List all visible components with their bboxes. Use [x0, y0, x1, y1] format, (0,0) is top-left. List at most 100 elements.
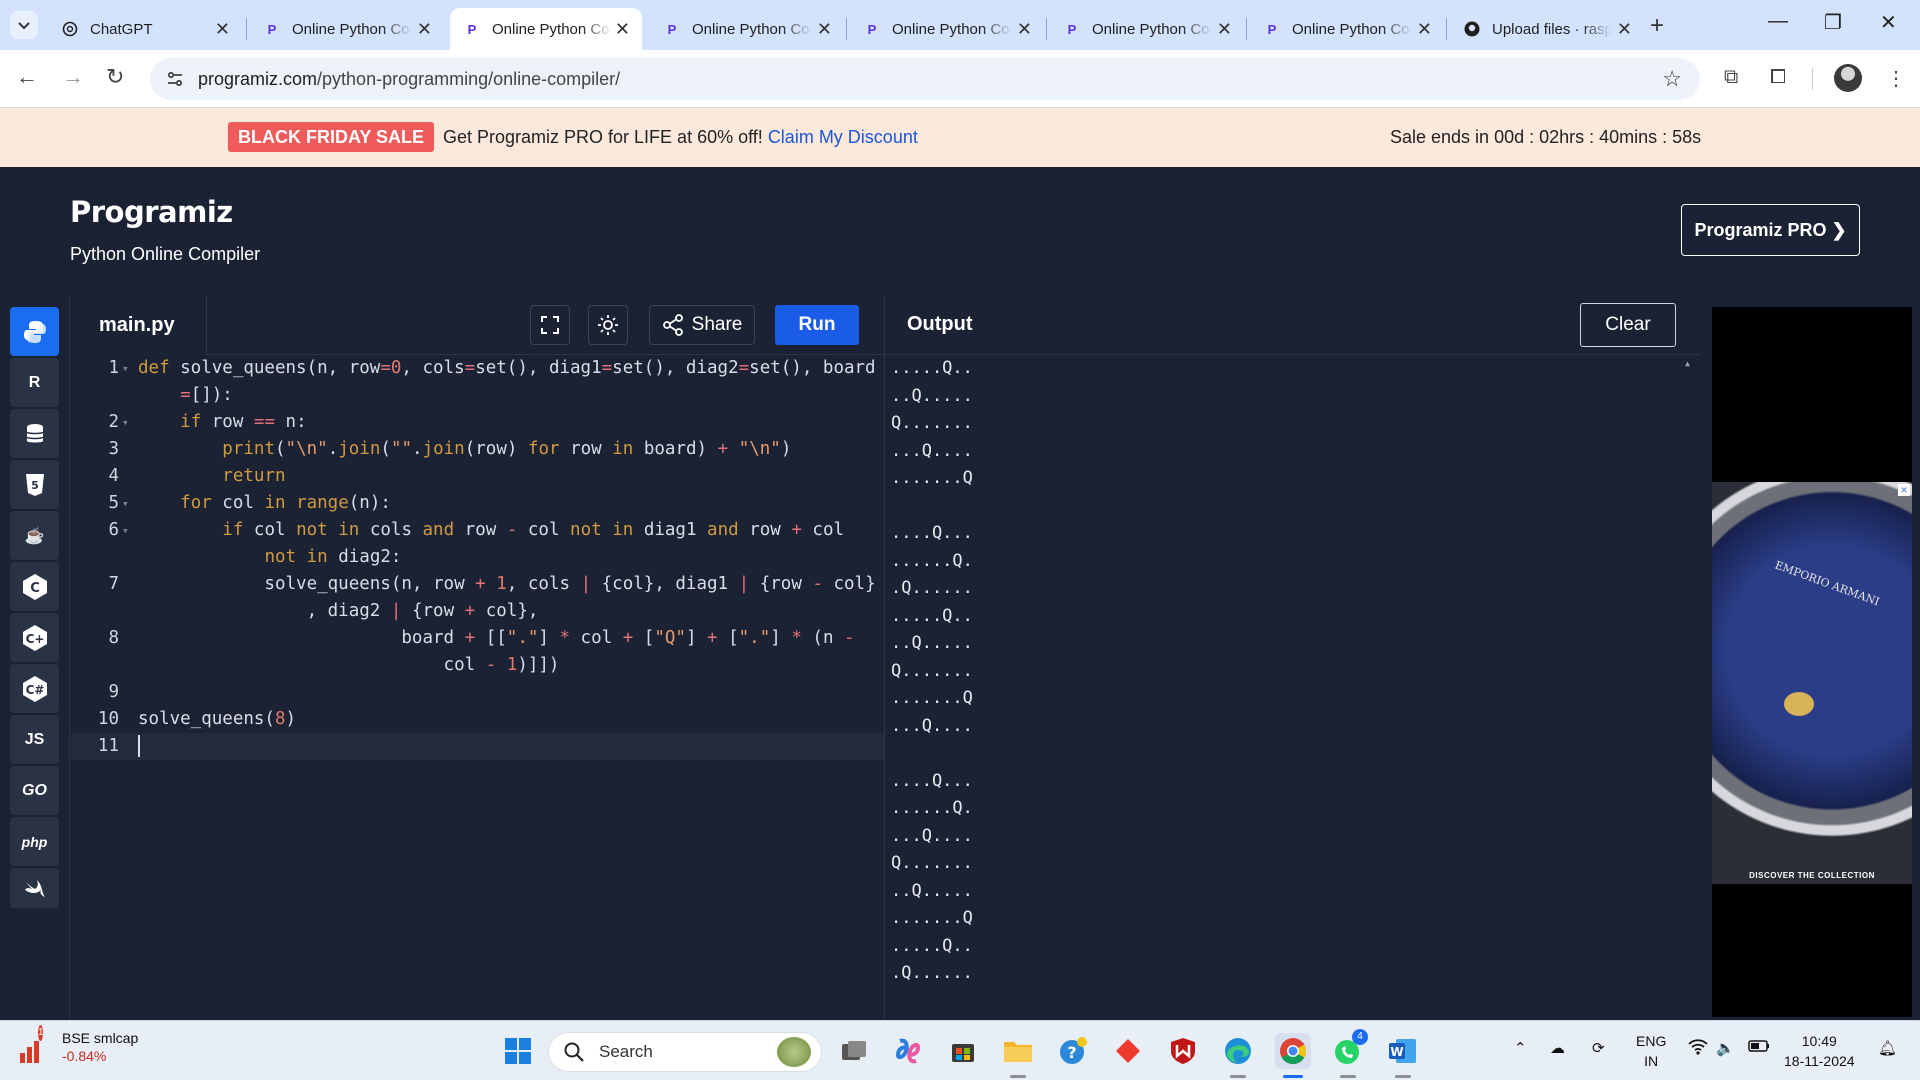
microsoft-store-icon[interactable] [945, 1033, 981, 1069]
lang-bottom: IN [1644, 1053, 1659, 1069]
word-icon[interactable]: W [1385, 1033, 1421, 1069]
file-tab-main[interactable]: main.py [71, 295, 207, 355]
close-tab-icon[interactable]: ✕ [215, 20, 230, 38]
tab-online-python-4[interactable]: P Online Python Compiler ✕ [850, 8, 1044, 50]
tab-online-python-1[interactable]: P Online Python Compiler ✕ [250, 8, 444, 50]
ad-cta[interactable]: DISCOVER THE COLLECTION [1712, 871, 1912, 880]
tab-online-python-5[interactable]: P Online Python Compiler ✕ [1050, 8, 1244, 50]
minimize-icon[interactable]: — [1768, 10, 1788, 33]
stock-chart-icon: 1 [20, 1025, 52, 1063]
lang-csharp-icon[interactable]: C# [10, 664, 59, 713]
code-line: , diag2 | {row + col}, [71, 598, 884, 625]
tab-github-upload[interactable]: Upload files · raspberry ✕ [1450, 8, 1644, 50]
fold-icon[interactable]: ▾ [122, 355, 129, 382]
lang-sql-icon[interactable] [10, 409, 59, 458]
close-tab-icon[interactable]: ✕ [615, 20, 630, 38]
url-path: /python-programming/online-compiler/ [317, 68, 621, 89]
profile-avatar[interactable] [1834, 64, 1862, 92]
lang-javascript-icon[interactable]: JS [10, 715, 59, 764]
clear-button[interactable]: Clear [1580, 303, 1676, 347]
taskbar-search[interactable]: Search [548, 1032, 822, 1072]
get-help-icon[interactable]: ? [1055, 1033, 1091, 1069]
lang-python-icon[interactable] [10, 307, 59, 356]
theme-toggle-button[interactable] [588, 305, 628, 345]
battery-icon[interactable] [1748, 1039, 1770, 1056]
show-hidden-icons-icon[interactable]: ⌃ [1514, 1039, 1527, 1057]
close-tab-icon[interactable]: ✕ [1417, 20, 1432, 38]
close-tab-icon[interactable]: ✕ [1617, 20, 1632, 38]
programiz-logo[interactable]: Programiz [70, 195, 233, 229]
lang-java-icon[interactable]: ☕ [10, 511, 59, 560]
output-line: ......Q. [891, 798, 973, 818]
input-language[interactable]: ENG IN [1636, 1031, 1666, 1071]
volume-icon[interactable]: 🔈 [1716, 1039, 1735, 1057]
close-tab-icon[interactable]: ✕ [1017, 20, 1032, 38]
edge-icon[interactable] [1220, 1033, 1256, 1069]
close-window-icon[interactable]: ✕ [1880, 10, 1897, 35]
promo-banner: BLACK FRIDAY SALE Get Programiz PRO for … [0, 108, 1920, 167]
svg-text:?: ? [1067, 1043, 1076, 1062]
windows-start-icon[interactable] [500, 1033, 536, 1069]
whatsapp-icon[interactable]: 4 [1330, 1029, 1368, 1069]
lang-swift-icon[interactable] [10, 868, 59, 908]
tab-title: Online Python Compiler [292, 20, 412, 38]
tab-chatgpt[interactable]: ChatGPT ✕ [48, 8, 242, 50]
wifi-icon[interactable] [1688, 1039, 1708, 1059]
reload-icon[interactable]: ↻ [106, 64, 124, 90]
task-view-icon[interactable] [836, 1033, 872, 1069]
bookmark-star-icon[interactable]: ☆ [1662, 66, 1682, 92]
ad-choices-icon[interactable]: ✕ [1898, 484, 1910, 496]
onedrive-offline-icon[interactable]: ☁ [1550, 1039, 1565, 1057]
code-line: 10 solve_queens(8) [71, 706, 884, 733]
advertisement[interactable]: ✕ EMPORIO ARMANI DISCOVER THE COLLECTION [1712, 307, 1912, 1017]
tab-online-python-3[interactable]: P Online Python Compiler ✕ [650, 8, 844, 50]
ad-watch-image[interactable]: ✕ EMPORIO ARMANI DISCOVER THE COLLECTION [1712, 482, 1912, 884]
tab-search-button[interactable] [10, 11, 38, 39]
code-text: col - 1)]]) [138, 655, 560, 675]
fold-icon[interactable]: ▾ [122, 517, 129, 544]
chatgpt-icon [62, 21, 78, 37]
stock-widget[interactable]: 1 BSE smlcap -0.84% [20, 1025, 138, 1065]
menu-kebab-icon[interactable]: ⋮ [1886, 66, 1906, 91]
share-button[interactable]: Share [649, 305, 755, 345]
fullscreen-button[interactable] [530, 305, 570, 345]
chrome-icon[interactable] [1275, 1033, 1311, 1069]
sync-icon[interactable]: ⟳ [1592, 1039, 1605, 1057]
run-button[interactable]: Run [775, 305, 859, 345]
forward-icon[interactable]: → [62, 64, 84, 90]
tab-online-python-6[interactable]: P Online Python Compiler ✕ [1250, 8, 1444, 50]
notification-bell-icon[interactable]: 🔔︎ [1878, 1039, 1897, 1057]
tab-online-python-active[interactable]: P Online Python Compiler ✕ [450, 8, 642, 50]
lang-c-icon[interactable]: C [10, 562, 59, 611]
close-tab-icon[interactable]: ✕ [817, 20, 832, 38]
back-icon[interactable]: ← [16, 64, 38, 90]
close-tab-icon[interactable]: ✕ [1217, 20, 1232, 38]
windows-taskbar: 1 BSE smlcap -0.84% Search ? 4 W ⌃ ☁ ⟳ E… [0, 1020, 1920, 1080]
code-text: solve_queens(8) [138, 709, 297, 729]
programiz-pro-button[interactable]: Programiz PRO ❯ [1681, 204, 1860, 256]
site-info-icon[interactable] [160, 64, 190, 94]
code-line: =[]): [71, 382, 884, 409]
lang-r-icon[interactable]: R [10, 358, 59, 407]
restore-icon[interactable]: ❐ [1824, 10, 1842, 35]
anydesk-icon[interactable] [1110, 1033, 1146, 1069]
mcafee-icon[interactable] [1165, 1033, 1201, 1069]
tab-groups-icon[interactable]: ⧉ [1724, 66, 1738, 89]
fold-icon[interactable]: ▾ [122, 490, 129, 517]
copilot-icon[interactable] [890, 1033, 926, 1069]
lang-html-icon[interactable]: 5 [10, 460, 59, 509]
file-explorer-icon[interactable] [1000, 1033, 1036, 1069]
scroll-up-icon[interactable]: ▲ [1685, 359, 1690, 368]
code-editor[interactable]: 1 ▾ def solve_queens(n, row=0, cols=set(),… [71, 355, 884, 1020]
lang-go-icon[interactable]: GO [10, 766, 59, 815]
lang-php-icon[interactable]: php [10, 817, 59, 866]
claim-discount-link[interactable]: Claim My Discount [768, 127, 918, 147]
lang-cpp-icon[interactable]: C+ [10, 613, 59, 662]
close-tab-icon[interactable]: ✕ [417, 20, 432, 38]
new-tab-button[interactable]: + [1650, 12, 1664, 40]
fold-icon[interactable]: ▾ [122, 409, 129, 436]
extensions-icon[interactable]: ⧠ [1770, 66, 1786, 89]
output-console[interactable]: ▲ .....Q.. ..Q..... Q....... ...Q..........… [884, 355, 1700, 1020]
address-bar[interactable]: programiz.com/python-programming/online-… [150, 58, 1700, 100]
system-clock[interactable]: 10:49 18-11-2024 [1784, 1031, 1855, 1071]
